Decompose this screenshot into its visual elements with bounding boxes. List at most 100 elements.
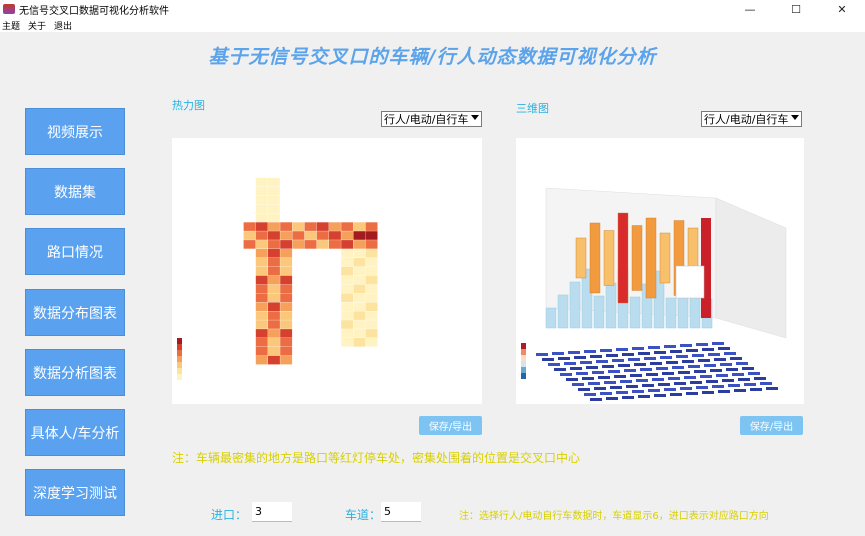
- threed-floor-bar: [724, 352, 736, 355]
- heatmap-cell: [353, 275, 366, 285]
- nav-deep-learning-button[interactable]: 深度学习测试: [25, 469, 125, 516]
- heatmap-cell: [341, 257, 354, 267]
- window-controls: — ☐ ✕: [727, 0, 865, 18]
- threed-save-button[interactable]: 保存/导出: [740, 416, 803, 435]
- heatmap-colorbar-segment: [177, 368, 182, 374]
- threed-floor-bar: [646, 373, 658, 376]
- heatmap-cell: [353, 338, 366, 347]
- threed-floor-bar: [648, 346, 660, 349]
- threed-floor-bar: [642, 384, 654, 387]
- threed-floor-bar: [686, 392, 698, 395]
- page-title: 基于无信号交叉口的车辆/行人动态数据可视化分析: [208, 46, 657, 68]
- threed-floor-bar: [564, 362, 576, 365]
- nav-distribution-button[interactable]: 数据分布图表: [25, 289, 125, 336]
- heatmap-cell: [255, 213, 268, 222]
- threed-floor-bar: [718, 347, 730, 350]
- heatmap-cell: [268, 311, 280, 320]
- threed-tall-bar: [645, 217, 657, 299]
- threed-floor-bar: [702, 391, 714, 394]
- nav-person-vehicle-button[interactable]: 具体人/车分析: [25, 409, 125, 456]
- threed-type-select[interactable]: 行人/电动/自行车: [701, 111, 802, 127]
- threed-floor-bar: [632, 347, 644, 350]
- threed-floor-bar: [732, 373, 744, 376]
- threed-floor-bar: [602, 365, 614, 368]
- threed-floor-bar: [618, 364, 630, 367]
- heatmap-cell: [280, 275, 293, 285]
- heatmap-cell: [341, 329, 354, 338]
- heatmap-type-select[interactable]: 行人/电动/自行车: [381, 111, 482, 127]
- threed-floor-bar: [712, 385, 724, 388]
- threed-floor-bar: [684, 376, 696, 379]
- heatmap-cell: [243, 222, 256, 231]
- heatmap-colorbar-segment: [177, 356, 182, 362]
- threed-colorbar-segment: [521, 361, 526, 367]
- menu-about[interactable]: 关于: [28, 19, 46, 32]
- menu-theme[interactable]: 主题: [2, 19, 20, 32]
- bottom-note: 注：选择行人/电动自行车数据时，车道显示6，进口表示对应路口方向: [459, 511, 769, 522]
- threed-floor-bar: [658, 383, 670, 386]
- threed-floor-bar: [590, 355, 602, 358]
- heatmap-cell: [365, 320, 378, 329]
- nav-intersection-button[interactable]: 路口情况: [25, 228, 125, 275]
- menu-exit[interactable]: 退出: [54, 19, 72, 32]
- threed-tall-bar: [589, 222, 601, 294]
- heatmap-cell: [304, 222, 317, 231]
- nav-analysis-button[interactable]: 数据分析图表: [25, 349, 125, 396]
- threed-select-value: 行人/电动/自行车: [704, 113, 789, 126]
- heatmap-cell: [365, 293, 378, 303]
- heatmap-cell: [365, 240, 378, 249]
- threed-floor-bar: [616, 391, 628, 394]
- threed-floor-bar: [678, 371, 690, 374]
- heatmap-cell: [304, 240, 317, 249]
- minimize-button[interactable]: —: [727, 0, 773, 18]
- heatmap-cell: [268, 222, 280, 231]
- threed-floor-bar: [722, 379, 734, 382]
- nav-video-button[interactable]: 视频展示: [25, 108, 125, 155]
- close-button[interactable]: ✕: [819, 0, 865, 18]
- threed-floor-bar: [650, 362, 662, 365]
- heatmap-cell: [243, 231, 256, 240]
- threed-floor-bar: [682, 360, 694, 363]
- heatmap-cell: [365, 222, 378, 231]
- heatmap-cell: [353, 302, 366, 311]
- threed-floor-bar: [638, 395, 650, 398]
- threed-floor-bar: [552, 352, 564, 355]
- heatmap-cell: [280, 346, 293, 356]
- threed-floor-bar: [584, 393, 596, 396]
- nav-dataset-button[interactable]: 数据集: [25, 168, 125, 215]
- lane-input[interactable]: 5: [381, 502, 421, 522]
- threed-mid-bar: [665, 297, 677, 329]
- threed-floor-bar: [574, 356, 586, 359]
- threed-tall-bar: [659, 232, 671, 284]
- threed-floor-bar: [694, 370, 706, 373]
- entrance-input[interactable]: 3: [252, 502, 292, 522]
- threed-floor-bar: [570, 367, 582, 370]
- heatmap-cell: [268, 204, 280, 214]
- threed-floor-bar: [676, 355, 688, 358]
- heatmap-cell: [316, 222, 329, 231]
- threed-mid-bar: [545, 307, 557, 329]
- heatmap-cell: [268, 257, 280, 267]
- heatmap-cell: [329, 231, 341, 240]
- heatmap-cell: [255, 311, 268, 320]
- heatmap-cell: [365, 231, 378, 240]
- threed-floor-bar: [588, 382, 600, 385]
- heatmap-cell: [268, 346, 280, 356]
- heatmap-cell: [341, 293, 354, 303]
- heatmap-cell: [341, 249, 354, 258]
- threed-floor-bar: [716, 374, 728, 377]
- threed-floor-bar: [638, 352, 650, 355]
- heatmap-cell: [268, 240, 280, 249]
- threed-floor-bar: [688, 365, 700, 368]
- threed-floor-bar: [704, 364, 716, 367]
- threed-tall-bar: [631, 225, 643, 291]
- heatmap-cell: [255, 177, 268, 187]
- heatmap-cell: [365, 302, 378, 311]
- threed-label: 三维图: [516, 102, 549, 115]
- heatmap-cell: [280, 284, 293, 294]
- heatmap-cell: [268, 355, 280, 365]
- heatmap-cell: [280, 222, 293, 231]
- maximize-button[interactable]: ☐: [773, 0, 819, 18]
- heatmap-cell: [268, 338, 280, 347]
- heatmap-save-button[interactable]: 保存/导出: [419, 416, 482, 435]
